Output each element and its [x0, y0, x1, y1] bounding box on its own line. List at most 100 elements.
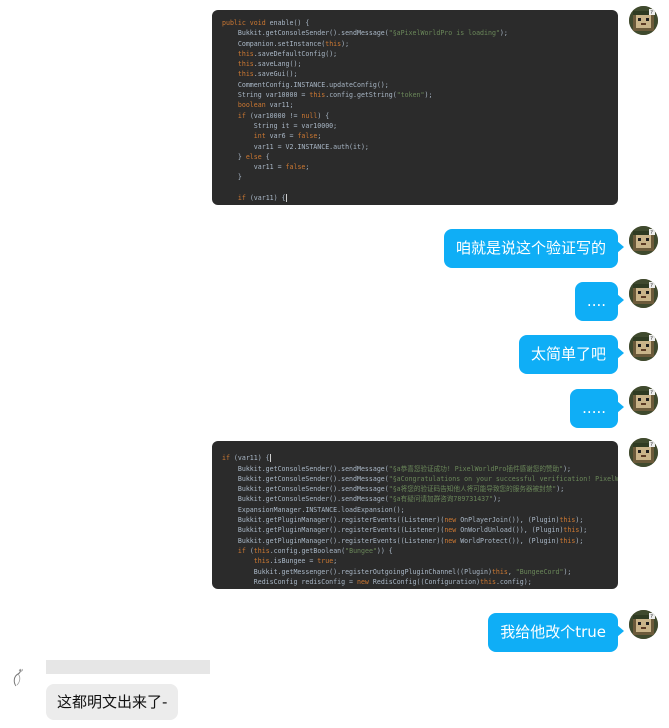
code-line: Bukkit.getPluginManager().registerEvents… — [222, 536, 608, 546]
code-token: String var10000 = — [222, 91, 310, 100]
code-token: .isBungee = — [269, 557, 318, 566]
sketch-avatar-icon[interactable] — [8, 664, 36, 692]
code-line: boolean var11; — [222, 100, 608, 110]
code-line: var11 = V2.INSTANCE.auth(it); — [222, 142, 608, 152]
code-token: ) { — [317, 111, 330, 120]
code-token: Bukkit.getPluginManager().registerEvents… — [222, 516, 445, 525]
code-token: { — [261, 152, 270, 161]
code-token: CommentConfig.INSTANCE.updateConfig(); — [222, 80, 389, 89]
self-avatar[interactable]: ? — [629, 386, 658, 415]
code-token: ); — [556, 485, 565, 494]
code-line: RedisConfig redisConfig = new RedisConfi… — [222, 577, 608, 587]
code-token: Bukkit.getPluginManager().registerEvents… — [222, 536, 445, 545]
code-token: "token" — [396, 91, 425, 100]
code-line: public void enable() { — [222, 18, 608, 28]
self-avatar[interactable]: ? — [629, 226, 658, 255]
code-token: null — [301, 111, 318, 120]
code-token: var11; — [265, 101, 294, 110]
code-token: ); — [424, 91, 433, 100]
code-token: var11 = V2.INSTANCE.auth(it); — [222, 142, 369, 151]
code-token: .config); — [495, 577, 532, 586]
code-line: Bukkit.getConsoleSender().sendMessage("§… — [222, 28, 608, 38]
code-token: ; — [317, 132, 322, 141]
code-token: this — [559, 536, 576, 545]
code-token: this — [309, 91, 326, 100]
code-line: this.isBungee = true; — [222, 556, 608, 566]
code-token: OnWorldUnload()), (Plugin) — [456, 526, 564, 535]
code-token: new — [444, 516, 457, 525]
message-bubble[interactable]: ..... — [570, 389, 624, 428]
svg-text:?: ? — [650, 614, 653, 620]
svg-text:?: ? — [650, 10, 653, 16]
message-bubble[interactable]: 太简单了吧 — [518, 335, 625, 374]
svg-text:?: ? — [650, 283, 653, 289]
code-token: ); — [563, 464, 572, 473]
self-avatar[interactable]: ? — [629, 610, 658, 639]
text-cursor — [285, 194, 287, 203]
code-line: var11 = false; — [222, 162, 608, 172]
self-avatar[interactable]: ? — [629, 279, 658, 308]
code-token: if — [237, 546, 246, 555]
code-token: this — [237, 70, 254, 79]
code-token: ExpansionManager.INSTANCE.loadExpansion(… — [222, 505, 405, 514]
code-token: "§aPixelWorldPro is loading" — [388, 29, 500, 38]
self-avatar[interactable]: ? — [629, 6, 658, 35]
code-token: boolean — [237, 101, 266, 110]
code-token: this — [491, 567, 508, 576]
code-line: Bukkit.getMessenger().registerOutgoingPl… — [222, 567, 608, 577]
code-line: int var6 = false; — [222, 131, 608, 141]
svg-text:?: ? — [650, 230, 653, 236]
code-token: false — [285, 163, 306, 172]
code-token: ); — [575, 536, 584, 545]
message-bubble-incoming[interactable]: 这都明文出来了- — [46, 684, 179, 720]
code-token: false — [297, 132, 318, 141]
code-token: (var10000 != — [245, 111, 302, 120]
code-token: RedisConfig((Configuration) — [368, 577, 481, 586]
code-line: String it = var10000; — [222, 121, 608, 131]
code-token: new — [356, 577, 369, 586]
code-line: } else { — [222, 152, 608, 162]
code-token: if — [237, 194, 246, 203]
code-token: Bukkit.getConsoleSender().sendMessage( — [222, 495, 389, 504]
code-line: Bukkit.getConsoleSender().sendMessage("§… — [222, 484, 608, 494]
svg-text:?: ? — [650, 336, 653, 342]
code-token: , — [507, 567, 516, 576]
message-bubble[interactable]: 咱就是说这个验证写的 — [443, 229, 625, 268]
code-token: ; — [305, 163, 310, 172]
code-token: } — [222, 173, 242, 182]
code-token: ( — [245, 546, 254, 555]
code-token: if — [222, 454, 230, 463]
code-token: } — [222, 152, 246, 161]
code-token: this — [237, 60, 254, 69]
code-token: .config.getBoolean( — [269, 546, 346, 555]
message-bubble[interactable]: 我给他改个true — [488, 613, 624, 652]
code-token: Bukkit.getConsoleSender().sendMessage( — [222, 29, 389, 38]
message-bubble[interactable]: .... — [574, 282, 625, 321]
code-token: Companion.setInstance( — [222, 39, 326, 48]
code-token: if — [237, 111, 246, 120]
code-token: WorldProtect()), (Plugin) — [456, 536, 560, 545]
avatar-icon: ? — [629, 332, 658, 361]
code-block: if (var11) { Bukkit.getConsoleSender().s… — [212, 441, 618, 589]
code-token: public void — [222, 19, 266, 27]
code-token: String it = var10000; — [222, 121, 338, 130]
code-token: this — [480, 577, 496, 586]
code-screenshot-message-2[interactable]: if (var11) { Bukkit.getConsoleSender().s… — [212, 441, 618, 589]
code-screenshot-message-1[interactable]: public void enable() { Bukkit.getConsole… — [212, 10, 618, 205]
code-token: ); — [579, 526, 588, 535]
code-line: if (this.config.getBoolean("Bungee")) { — [222, 546, 608, 556]
code-token: (var11) { — [229, 454, 270, 463]
code-line: if (var11) { — [222, 193, 608, 203]
code-token: "Bungee" — [345, 546, 377, 555]
self-avatar[interactable]: ? — [629, 332, 658, 361]
sender-name-redacted — [46, 660, 210, 674]
self-avatar[interactable]: ? — [629, 438, 658, 467]
code-line: Bukkit.getPluginManager().registerEvents… — [222, 515, 608, 525]
code-block: public void enable() { Bukkit.getConsole… — [212, 10, 618, 205]
code-token: "§a将您的验证码告知他人将可能导致您的服务器被封禁" — [388, 485, 557, 494]
